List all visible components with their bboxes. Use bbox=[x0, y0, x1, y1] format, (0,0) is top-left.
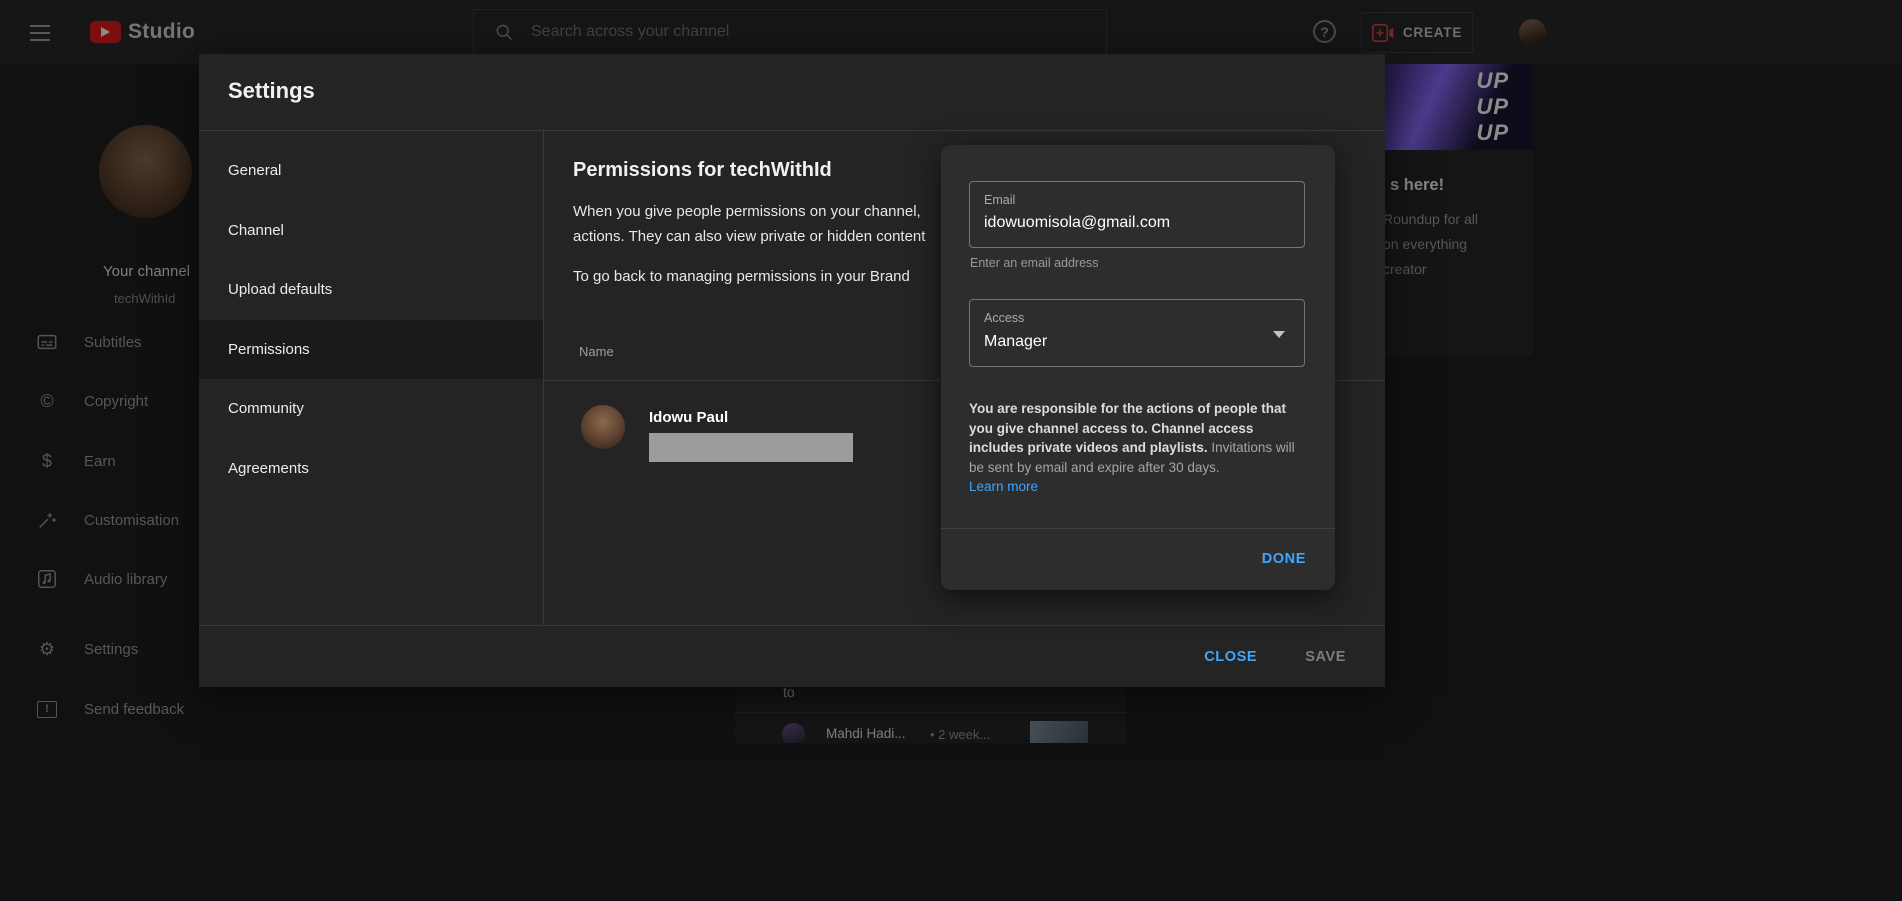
name-column-header: Name bbox=[579, 344, 614, 359]
access-selected-value: Manager bbox=[984, 333, 1290, 351]
permissions-intro-line: To go back to managing permissions in yo… bbox=[573, 268, 910, 285]
close-button[interactable]: CLOSE bbox=[1194, 641, 1267, 673]
settings-nav: General Channel Upload defaults Permissi… bbox=[199, 131, 544, 625]
settings-modal-footer: CLOSE SAVE bbox=[199, 625, 1385, 687]
chevron-down-icon bbox=[1273, 331, 1285, 338]
permissions-intro-line: actions. They can also view private or h… bbox=[573, 228, 925, 245]
email-input[interactable] bbox=[984, 214, 1284, 232]
settings-nav-community[interactable]: Community bbox=[199, 379, 543, 439]
settings-nav-agreements[interactable]: Agreements bbox=[199, 439, 543, 499]
settings-nav-channel[interactable]: Channel bbox=[199, 201, 543, 261]
responsibility-warning: You are responsible for the actions of p… bbox=[969, 399, 1305, 477]
redacted-member-info bbox=[649, 433, 853, 462]
email-field[interactable]: Email bbox=[969, 181, 1305, 248]
member-name: Idowu Paul bbox=[649, 409, 728, 426]
divider bbox=[941, 528, 1335, 529]
member-avatar bbox=[581, 405, 625, 449]
save-button[interactable]: SAVE bbox=[1295, 641, 1356, 673]
youtube-studio-screen: Studio ? CREATE Your channel techWithId … bbox=[0, 0, 1902, 901]
email-field-label: Email bbox=[984, 193, 1290, 207]
access-select-label: Access bbox=[984, 311, 1290, 325]
settings-nav-upload-defaults[interactable]: Upload defaults bbox=[199, 260, 543, 320]
learn-more-link[interactable]: Learn more bbox=[969, 479, 1038, 494]
settings-nav-general[interactable]: General bbox=[199, 141, 543, 201]
permissions-intro-line: When you give people permissions on your… bbox=[573, 203, 921, 220]
access-select[interactable]: Access Manager bbox=[969, 299, 1305, 367]
settings-modal-header: Settings bbox=[199, 54, 1385, 131]
email-helper-text: Enter an email address bbox=[970, 256, 1099, 270]
done-button[interactable]: DONE bbox=[1252, 543, 1316, 575]
settings-nav-permissions[interactable]: Permissions bbox=[199, 320, 543, 380]
permissions-heading: Permissions for techWithId bbox=[573, 159, 832, 182]
invite-dialog: Email Enter an email address Access Mana… bbox=[941, 145, 1335, 590]
settings-title: Settings bbox=[228, 78, 315, 104]
